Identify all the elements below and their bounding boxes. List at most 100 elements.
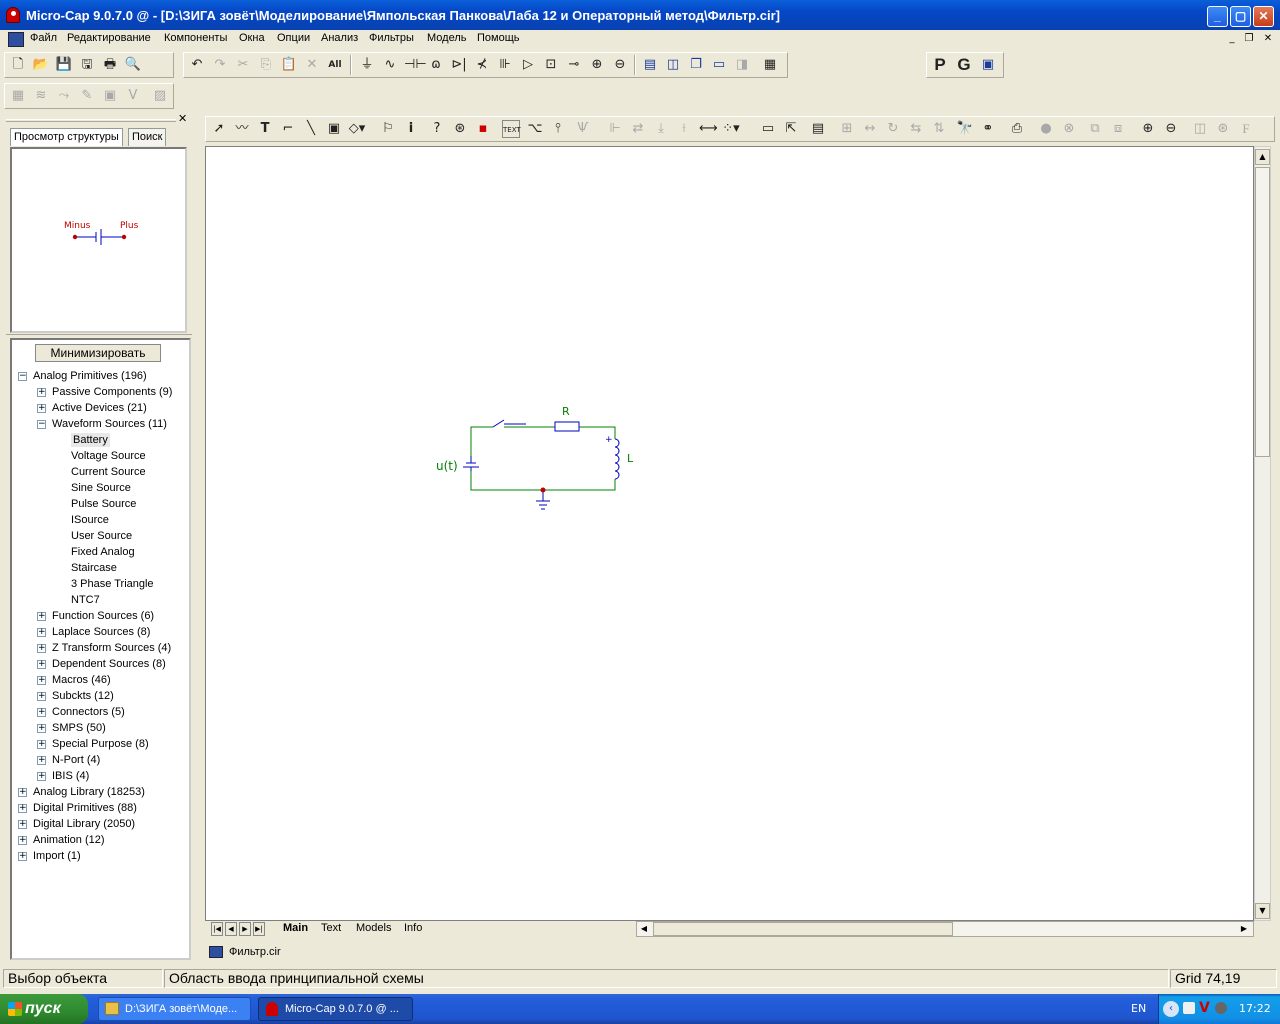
sine-source-icon[interactable]: ⊖ bbox=[611, 56, 629, 74]
resistor-icon[interactable]: ∿ bbox=[381, 56, 399, 74]
zoom-in-icon[interactable]: ⊕ bbox=[1139, 120, 1157, 138]
document-tab[interactable]: Фильтр.cir bbox=[205, 940, 295, 962]
schematic-canvas[interactable]: R L + u(t) bbox=[205, 146, 1254, 921]
g-button[interactable]: G bbox=[955, 56, 973, 74]
new-file-icon[interactable]: 🗋 bbox=[9, 56, 27, 74]
prev-page-icon[interactable]: ◀ bbox=[225, 922, 237, 936]
info-icon[interactable]: i bbox=[402, 120, 420, 138]
check-icon[interactable]: ⎙ bbox=[1008, 120, 1026, 138]
mdi-close-button[interactable]: ✕ bbox=[1260, 33, 1276, 46]
tag-icon[interactable]: ▪ bbox=[474, 120, 492, 138]
tree-expand-icon[interactable]: + bbox=[37, 660, 46, 669]
paste-icon[interactable]: 📋 bbox=[280, 56, 298, 74]
opamp-icon[interactable]: ▷ bbox=[519, 56, 537, 74]
tray-volume-icon[interactable] bbox=[1215, 1002, 1227, 1014]
tree-expand-icon[interactable]: + bbox=[18, 804, 27, 813]
plot-icon[interactable]: ▨ bbox=[151, 87, 169, 105]
save-all-icon[interactable]: 🖫 bbox=[78, 56, 96, 74]
scroll-right-icon[interactable]: ▶ bbox=[1237, 922, 1251, 936]
tray-network-icon[interactable] bbox=[1183, 1002, 1195, 1014]
tree-expand-icon[interactable]: + bbox=[37, 404, 46, 413]
menu-model[interactable]: Модель bbox=[427, 32, 466, 44]
last-page-icon[interactable]: ▶| bbox=[253, 922, 265, 936]
tree-expand-icon[interactable]: + bbox=[37, 388, 46, 397]
page-tab-info[interactable]: Info bbox=[404, 922, 422, 934]
scroll-down-icon[interactable]: ▼ bbox=[1255, 903, 1270, 919]
tree-expand-icon[interactable]: + bbox=[37, 676, 46, 685]
zoom-out-icon[interactable]: ⊖ bbox=[1162, 120, 1180, 138]
current-source-icon[interactable]: ⊕ bbox=[588, 56, 606, 74]
battery-icon[interactable]: ⊪ bbox=[496, 56, 514, 74]
menu-components[interactable]: Компоненты bbox=[164, 32, 227, 44]
tree-item[interactable]: Import (1) bbox=[33, 849, 81, 863]
maximize-doc-icon[interactable]: ▭ bbox=[710, 56, 728, 74]
app-icon[interactable] bbox=[6, 7, 20, 23]
animation-icon[interactable]: ⊛ bbox=[1214, 120, 1232, 138]
close-panel-icon[interactable]: ✕ bbox=[178, 112, 187, 125]
tree-expand-icon[interactable]: + bbox=[18, 852, 27, 861]
node-voltages-icon[interactable]: ⫯ bbox=[549, 120, 567, 138]
tab-search[interactable]: Поиск bbox=[128, 128, 167, 146]
horizontal-scrollbar[interactable]: ◀ ▶ bbox=[636, 921, 1254, 937]
delete-icon[interactable]: ✕ bbox=[303, 56, 321, 74]
node-numbers-icon[interactable]: ⌥ bbox=[526, 120, 544, 138]
tree-item[interactable]: IBIS (4) bbox=[52, 769, 89, 783]
menu-filters[interactable]: Фильтры bbox=[369, 32, 414, 44]
probe-icon[interactable]: ✎ bbox=[78, 87, 96, 105]
menu-options[interactable]: Опции bbox=[277, 32, 310, 44]
transistor-icon[interactable]: ⊀ bbox=[473, 56, 491, 74]
tree-item[interactable]: Voltage Source bbox=[71, 449, 146, 463]
copy-icon[interactable]: ⎘ bbox=[257, 56, 275, 74]
stepping-icon[interactable]: ⤳ bbox=[55, 87, 73, 105]
tree-item[interactable]: Laplace Sources (8) bbox=[52, 625, 150, 639]
save-icon[interactable]: 💾 bbox=[55, 56, 73, 74]
rotate-icon[interactable]: ↻ bbox=[884, 120, 902, 138]
page-tab-main[interactable]: Main bbox=[283, 922, 308, 934]
task-explorer[interactable]: D:\ЗИГА зовёт\Моде... bbox=[98, 997, 251, 1021]
tree-expand-icon[interactable]: + bbox=[37, 708, 46, 717]
hscroll-thumb[interactable] bbox=[653, 922, 953, 936]
scroll-left-icon[interactable]: ◀ bbox=[637, 922, 651, 936]
voltage-source-icon[interactable]: ⊸ bbox=[565, 56, 583, 74]
first-page-icon[interactable]: |◀ bbox=[211, 922, 223, 936]
warning-icon[interactable]: ● bbox=[1037, 120, 1055, 138]
tree-item[interactable]: N-Port (4) bbox=[52, 753, 100, 767]
tree-item[interactable]: 3 Phase Triangle bbox=[71, 577, 154, 591]
tree-item[interactable]: Digital Primitives (88) bbox=[33, 801, 137, 815]
redo-icon[interactable]: ↷ bbox=[211, 56, 229, 74]
stretch-icon[interactable]: ↔ bbox=[861, 120, 879, 138]
tree-item[interactable]: Analog Library (18253) bbox=[33, 785, 145, 799]
binoculars-icon[interactable]: ⚭ bbox=[979, 120, 997, 138]
window-layout-icon[interactable]: ▣ bbox=[979, 56, 997, 74]
tree-item[interactable]: Animation (12) bbox=[33, 833, 105, 847]
error-icon[interactable]: ⊗ bbox=[1060, 120, 1078, 138]
tree-expand-icon[interactable]: + bbox=[37, 692, 46, 701]
align-icon[interactable]: ⊞ bbox=[838, 120, 856, 138]
tab-structure-view[interactable]: Просмотр структуры bbox=[10, 128, 123, 146]
language-indicator[interactable]: EN bbox=[1131, 1002, 1146, 1015]
tree-item[interactable]: Sine Source bbox=[71, 481, 131, 495]
task-microcap[interactable]: Micro-Cap 9.0.7.0 @ ... bbox=[258, 997, 413, 1021]
switch-component-icon[interactable]: ⊡ bbox=[542, 56, 560, 74]
close-window-button[interactable]: ✕ bbox=[1253, 6, 1274, 27]
help-pointer-icon[interactable]: ? bbox=[428, 120, 446, 138]
capacitor-icon[interactable]: ⊣⊢ bbox=[404, 56, 427, 74]
horizontal-split-icon[interactable]: ▤ bbox=[641, 56, 659, 74]
calculator-icon[interactable]: ▦ bbox=[761, 56, 779, 74]
front-icon[interactable]: ⧉ bbox=[1086, 120, 1104, 138]
vary-icon[interactable]: V bbox=[124, 87, 142, 105]
menu-edit[interactable]: Редактирование bbox=[67, 32, 151, 44]
tray-expand-icon[interactable]: ‹ bbox=[1163, 1001, 1179, 1017]
inductor-icon[interactable]: ɷ bbox=[427, 56, 445, 74]
current-icon[interactable]: Ѱ bbox=[574, 120, 592, 138]
tree-item[interactable]: User Source bbox=[71, 529, 132, 543]
start-button[interactable]: пуск bbox=[0, 994, 88, 1024]
menu-help[interactable]: Помощь bbox=[477, 32, 520, 44]
ground-icon[interactable]: ⏚ bbox=[358, 56, 376, 74]
cursor-icon[interactable]: ⇱ bbox=[782, 120, 800, 138]
power-icon[interactable]: ⊩ bbox=[606, 120, 624, 138]
title-bar[interactable]: Micro-Cap 9.0.7.0 @ - [D:\ЗИГА зовёт\Мод… bbox=[0, 0, 1280, 30]
tree-expand-icon[interactable]: + bbox=[37, 724, 46, 733]
tree-item[interactable]: Dependent Sources (8) bbox=[52, 657, 166, 671]
tree-expand-icon[interactable]: + bbox=[37, 740, 46, 749]
